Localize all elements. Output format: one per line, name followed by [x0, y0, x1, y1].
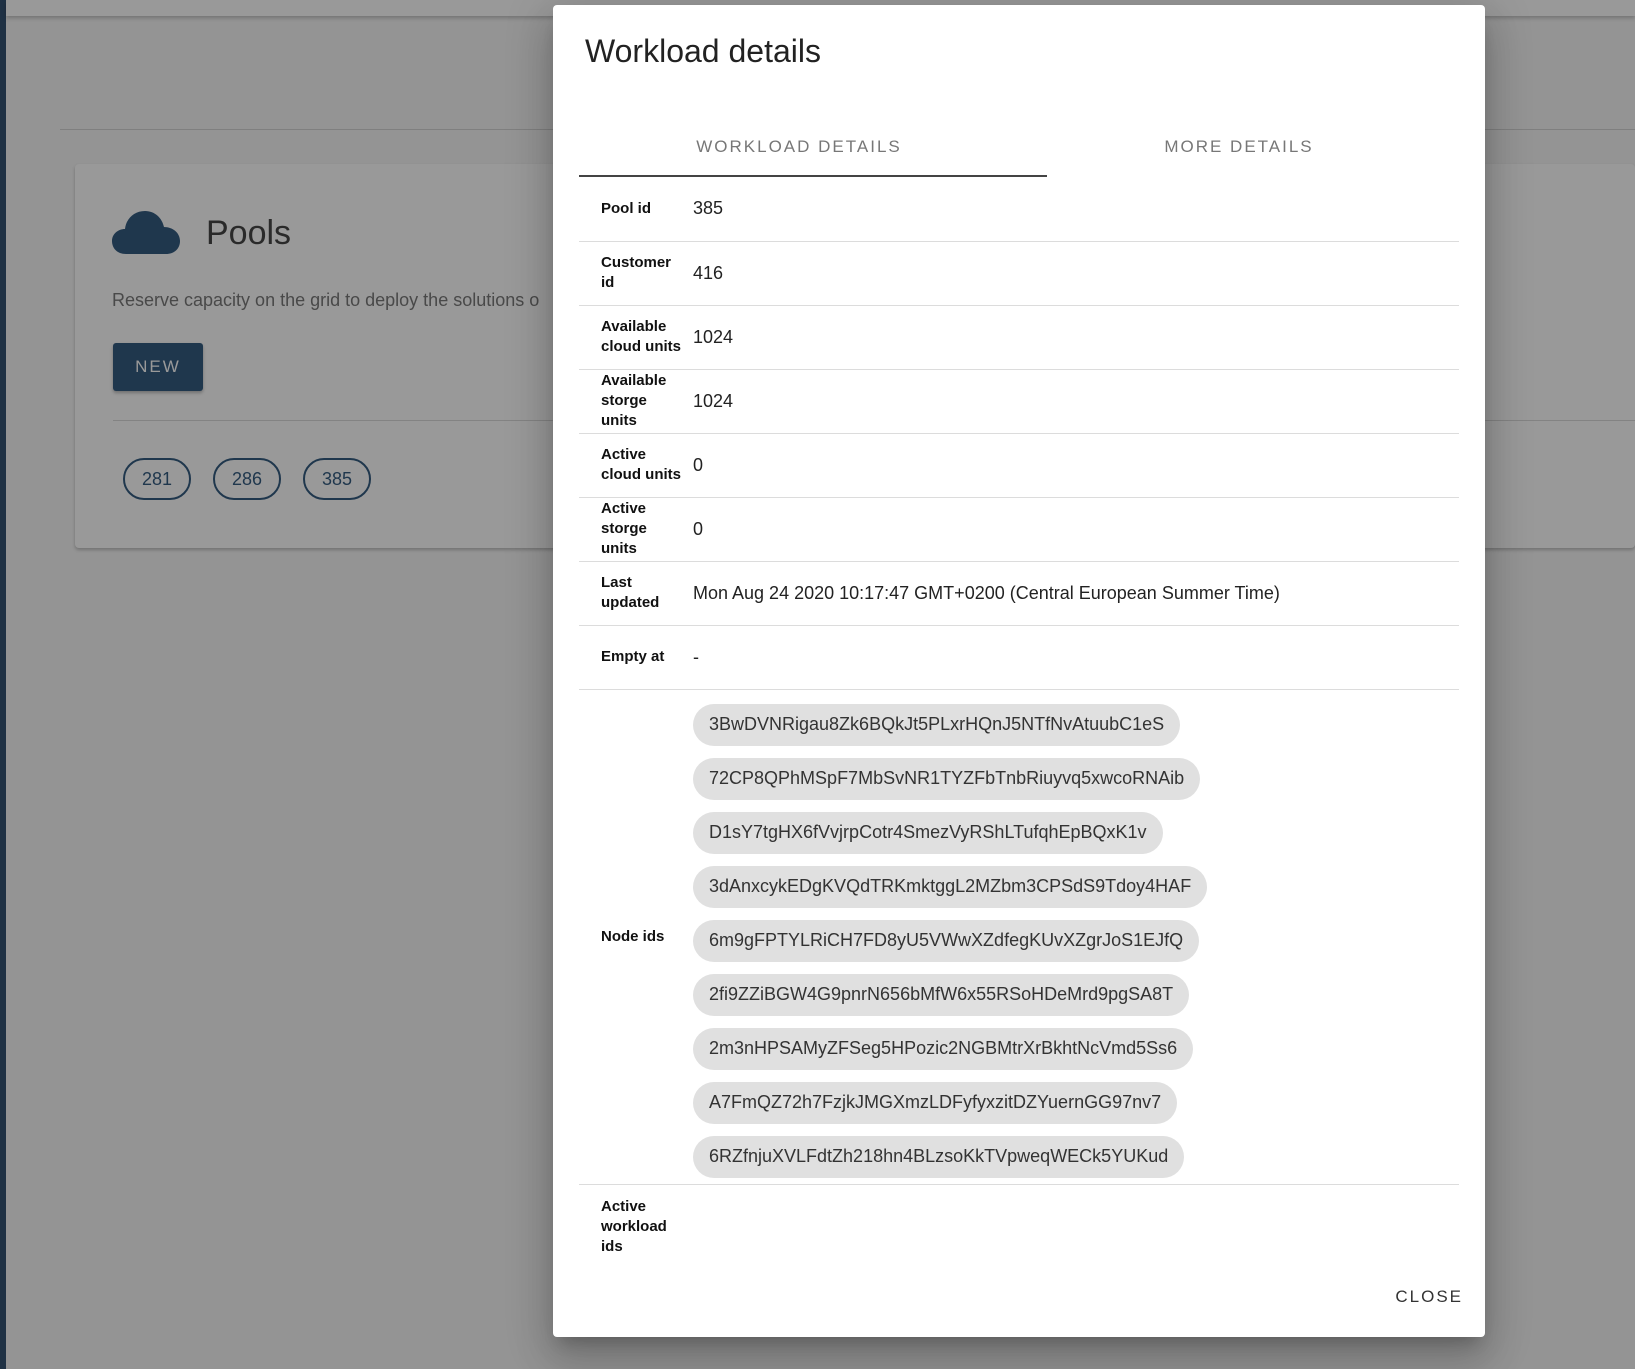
tab-workload-details[interactable]: WORKLOAD DETAILS — [579, 115, 1019, 178]
table-row: Customer id 416 — [579, 241, 1459, 306]
node-id-chip: 72CP8QPhMSpF7MbSvNR1TYZFbTnbRiuyvq5xwcoR… — [693, 757, 1201, 800]
table-row: Last updated Mon Aug 24 2020 10:17:47 GM… — [579, 561, 1459, 626]
table-row: Available cloud units 1024 — [579, 305, 1459, 370]
row-label-pool-id: Pool id — [579, 177, 693, 242]
row-value-last-updated: Mon Aug 24 2020 10:17:47 GMT+0200 (Centr… — [693, 561, 1459, 626]
workload-details-dialog: Workload details WORKLOAD DETAILS MORE D… — [553, 5, 1485, 1337]
table-row: Empty at - — [579, 625, 1459, 690]
row-value-available-storge-units: 1024 — [693, 369, 1459, 434]
row-value-empty-at: - — [693, 625, 1459, 690]
row-value-pool-id: 385 — [693, 177, 1459, 242]
row-value-node-ids: 3BwDVNRigau8Zk6BQkJt5PLxrHQnJ5NTfNvAtuub… — [693, 689, 1459, 1185]
row-label-available-cloud-units: Available cloud units — [579, 305, 693, 370]
node-id-chip: 2m3nHPSAMyZFSeg5HPozic2NGBMtrXrBkhtNcVmd… — [693, 1027, 1194, 1070]
row-label-active-workload-ids: Active workload ids — [601, 1197, 667, 1255]
row-label-active-storge-units: Active storge units — [579, 497, 693, 562]
table-row: Pool id 385 — [579, 177, 1459, 242]
table-row: Node ids 3BwDVNRigau8Zk6BQkJt5PLxrHQnJ5N… — [579, 689, 1459, 1185]
close-button[interactable]: CLOSE — [1395, 1287, 1463, 1307]
table-row: Available storge units 1024 — [579, 369, 1459, 434]
tab-bar: WORKLOAD DETAILS MORE DETAILS — [579, 115, 1459, 178]
row-value-active-workload-ids — [693, 1184, 1459, 1260]
table-row: Active workload ids — [579, 1184, 1459, 1260]
tab-more-details[interactable]: MORE DETAILS — [1019, 115, 1459, 178]
row-value-active-cloud-units: 0 — [693, 433, 1459, 498]
row-label-node-ids: Node ids — [579, 689, 693, 1185]
node-id-chip: A7FmQZ72h7FzjkJMGXmzLDFyfyxzitDZYuernGG9… — [693, 1081, 1178, 1124]
row-label-available-storge-units: Available storge units — [579, 369, 693, 434]
row-value-active-storge-units: 0 — [693, 497, 1459, 562]
row-value-available-cloud-units: 1024 — [693, 305, 1459, 370]
node-id-chip: 3dAnxcykEDgKVQdTRKmktggL2MZbm3CPSdS9Tdoy… — [693, 865, 1208, 908]
node-id-chip: 6m9gFPTYLRiCH7FD8yU5VWwXZdfegKUvXZgrJoS1… — [693, 919, 1200, 962]
row-label-last-updated: Last updated — [579, 561, 693, 626]
node-id-chip: 2fi9ZZiBGW4G9pnrN656bMfW6x55RSoHDeMrd9pg… — [693, 973, 1190, 1016]
node-id-chip: 6RZfnjuXVLFdtZh218hn4BLzsoKkTVpweqWECk5Y… — [693, 1135, 1185, 1178]
dialog-title: Workload details — [585, 33, 821, 69]
table-row: Active cloud units 0 — [579, 433, 1459, 498]
node-id-chip: D1sY7tgHX6fVvjrpCotr4SmezVyRShLTufqhEpBQ… — [693, 811, 1163, 854]
table-row: Active storge units 0 — [579, 497, 1459, 562]
details-table: Pool id 385 Customer id 416 Available cl… — [579, 177, 1459, 1260]
node-id-chip-list: 3BwDVNRigau8Zk6BQkJt5PLxrHQnJ5NTfNvAtuub… — [693, 690, 1459, 1184]
row-value-customer-id: 416 — [693, 241, 1459, 306]
node-id-chip: 3BwDVNRigau8Zk6BQkJt5PLxrHQnJ5NTfNvAtuub… — [693, 703, 1181, 746]
row-label-customer-id: Customer id — [579, 241, 693, 306]
row-label-empty-at: Empty at — [579, 625, 693, 690]
row-label-active-cloud-units: Active cloud units — [579, 433, 693, 498]
